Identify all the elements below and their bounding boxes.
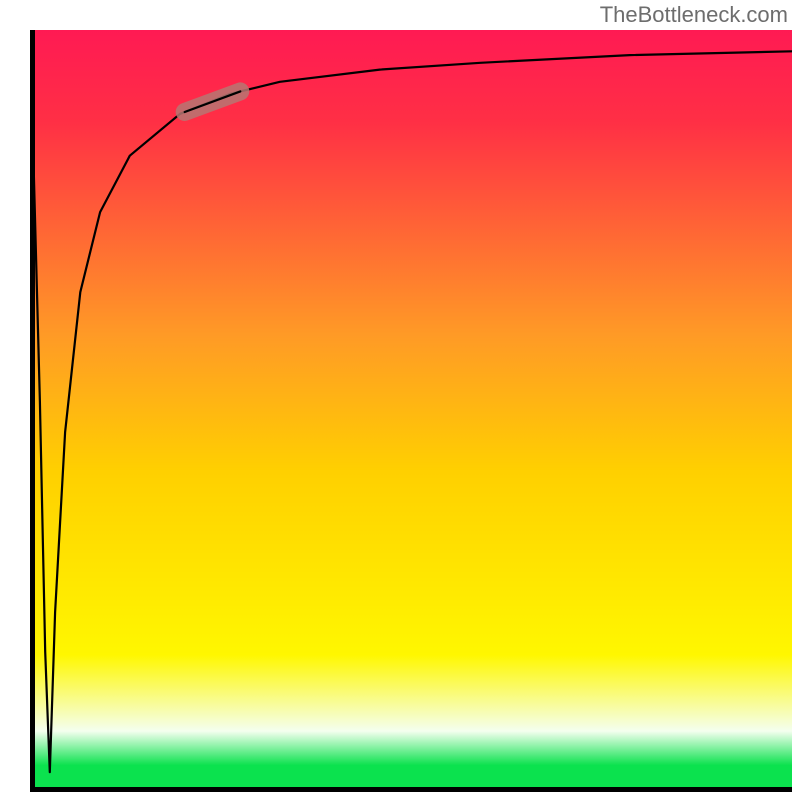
plot-container bbox=[30, 30, 792, 792]
watermark: TheBottleneck.com bbox=[600, 2, 788, 28]
x-axis bbox=[30, 787, 792, 792]
plot-svg bbox=[30, 30, 792, 792]
